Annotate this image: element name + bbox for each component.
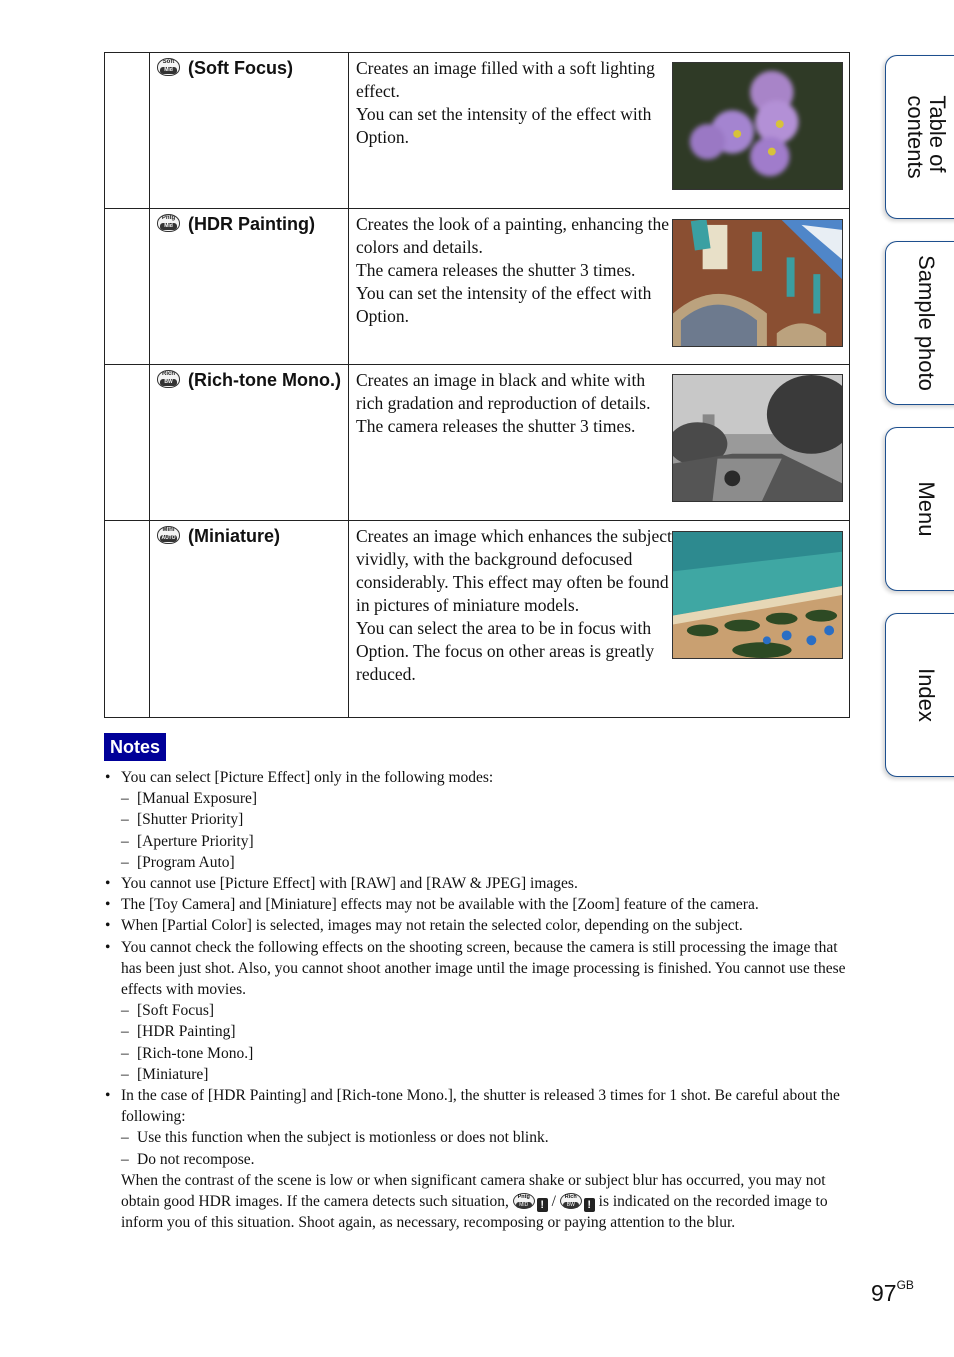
tab-label: Index [913, 668, 939, 722]
note-subitem: [Soft Focus] [121, 1000, 854, 1021]
note-subitem: [Shutter Priority] [121, 809, 854, 830]
note-item: You cannot check the following effects o… [104, 937, 854, 1086]
effect-name: (HDR Painting) [188, 214, 315, 234]
table-row: Rich BW (Rich-tone Mono.) Creates an image… [104, 364, 850, 521]
notes-list: You can select [Picture Effect] only in … [104, 767, 854, 1233]
notes-heading: Notes [104, 733, 167, 761]
hdr-painting-thumbnail [672, 219, 843, 347]
note-text: You cannot check the following effects o… [121, 938, 846, 999]
note-subitem: [Program Auto] [121, 852, 854, 873]
effect-description-cell: Creates an image in black and white with… [348, 364, 850, 521]
table-row: Mini AUTO (Miniature) Creates an image whi… [104, 520, 850, 718]
effect-description-cell: Creates an image filled with a soft ligh… [348, 52, 850, 209]
note-text: The [Toy Camera] and [Miniature] effects… [121, 896, 759, 914]
note-subitem: Use this function when the subject is mo… [121, 1127, 854, 1148]
miniature-thumbnail [672, 531, 843, 659]
tab-label: Table of contents [902, 95, 950, 179]
separator: / [551, 1193, 556, 1211]
note-text: When [Partial Color] is selected, images… [121, 917, 743, 935]
note-item: When [Partial Color] is selected, images… [104, 915, 854, 936]
blank-cell [104, 52, 150, 209]
picture-effect-table: Soft Mid (Soft Focus) Creates an image fil… [104, 52, 850, 718]
effect-name: (Miniature) [188, 526, 280, 546]
page-number-value: 97 [871, 1280, 897, 1306]
tab-menu[interactable]: Menu [885, 427, 954, 591]
effect-description: Creates an image in black and white with… [356, 370, 651, 436]
effect-description: Creates the look of a painting, enhancin… [356, 214, 669, 326]
note-subitem: [Miniature] [121, 1064, 854, 1085]
rich-tone-mono-icon: Rich BW [559, 1193, 582, 1210]
tab-table-of-contents[interactable]: Table of contents [885, 55, 954, 219]
warning-icon: ! [583, 1198, 595, 1213]
effect-name-cell: Pntg Mid (HDR Painting) [149, 208, 349, 365]
note-subitem: [Manual Exposure] [121, 788, 854, 809]
note-subitem: [HDR Painting] [121, 1021, 854, 1042]
effect-description-cell: Creates the look of a painting, enhancin… [348, 208, 850, 365]
tab-index[interactable]: Index [885, 613, 954, 777]
table-row: Soft Mid (Soft Focus) Creates an image fil… [104, 52, 850, 209]
warning-icon: ! [536, 1198, 548, 1213]
hdr-painting-icon: Pntg Mid [157, 214, 180, 232]
note-item: In the case of [HDR Painting] and [Rich-… [104, 1085, 854, 1233]
tab-sample-photo[interactable]: Sample photo [885, 241, 954, 405]
effect-description: Creates an image which enhances the subj… [356, 526, 672, 684]
note-text: You can select [Picture Effect] only in … [121, 769, 494, 786]
effect-name-cell: Soft Mid (Soft Focus) [149, 52, 349, 209]
effect-description: Creates an image filled with a soft ligh… [356, 58, 655, 147]
effect-name-cell: Rich BW (Rich-tone Mono.) [149, 364, 349, 521]
miniature-icon: Mini AUTO [157, 526, 180, 544]
rich-tone-mono-thumbnail [672, 374, 843, 502]
note-paragraph: When the contrast of the scene is low or… [121, 1170, 854, 1234]
effect-name: (Soft Focus) [188, 58, 293, 78]
tab-label: Sample photo [913, 255, 939, 391]
effect-description-cell: Creates an image which enhances the subj… [348, 520, 850, 718]
note-subitem: [Aperture Priority] [121, 831, 854, 852]
note-item: The [Toy Camera] and [Miniature] effects… [104, 894, 854, 915]
note-subitem: Do not recompose. [121, 1149, 854, 1170]
note-item: You cannot use [Picture Effect] with [RA… [104, 873, 854, 894]
note-item: You can select [Picture Effect] only in … [104, 767, 854, 873]
rich-tone-mono-icon: Rich BW [157, 370, 180, 388]
hdr-painting-icon: Pntg MID [512, 1193, 535, 1210]
note-text: You cannot use [Picture Effect] with [RA… [121, 875, 578, 893]
blank-cell [104, 364, 150, 521]
tab-label: Menu [913, 481, 939, 537]
effect-name-cell: Mini AUTO (Miniature) [149, 520, 349, 718]
soft-focus-icon: Soft Mid [157, 58, 180, 76]
note-subitem: [Rich-tone Mono.] [121, 1043, 854, 1064]
note-text: In the case of [HDR Painting] and [Rich-… [121, 1087, 840, 1126]
table-row: Pntg Mid (HDR Painting) Creates the look o… [104, 208, 850, 365]
page-number: 97GB [871, 1278, 914, 1307]
blank-cell [104, 520, 150, 718]
effect-name: (Rich-tone Mono.) [188, 370, 341, 390]
blank-cell [104, 208, 150, 365]
page-suffix: GB [896, 1278, 914, 1292]
soft-focus-thumbnail [672, 62, 843, 190]
